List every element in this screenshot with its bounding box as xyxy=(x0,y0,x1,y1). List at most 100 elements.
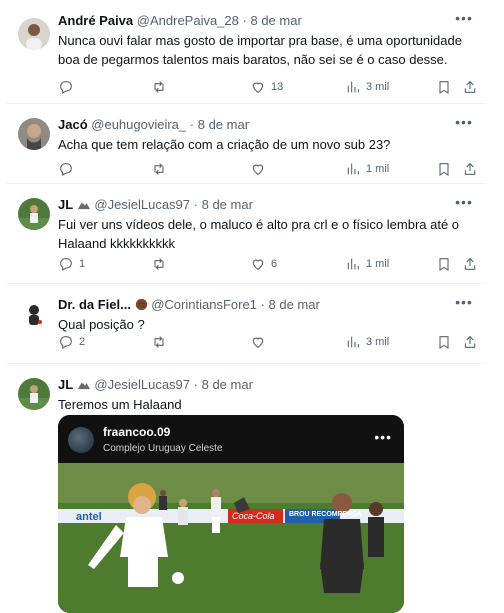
share-icon xyxy=(464,335,476,348)
retweet-button[interactable] xyxy=(151,332,172,352)
like-button[interactable] xyxy=(250,159,271,179)
more-icon[interactable]: ••• xyxy=(454,115,474,134)
tweet-text: Nunca ouvi falar mas gosto de importar p… xyxy=(58,33,462,67)
bookmark-icon xyxy=(439,336,449,349)
tweet-date[interactable]: 8 de mar xyxy=(198,117,249,132)
avatar[interactable] xyxy=(18,378,50,410)
display-name[interactable]: Dr. da Fiel... xyxy=(58,297,131,312)
tweet-date[interactable]: 8 de mar xyxy=(269,297,320,312)
views-count: 3 mil xyxy=(366,81,390,93)
avatar[interactable] xyxy=(18,118,50,150)
bookmark-button[interactable] xyxy=(436,332,452,352)
reply-button[interactable] xyxy=(58,159,79,179)
user-handle[interactable]: @AndrePaiva_28 xyxy=(137,13,239,28)
tweet[interactable]: JL @JesielLucas97 · 8 de mar Teremos um … xyxy=(6,364,486,613)
reply-button[interactable]: 1 xyxy=(58,254,85,274)
separator-dot: · xyxy=(189,117,195,132)
tweet-text: Teremos um Halaand xyxy=(58,397,182,412)
views-button[interactable]: 1 mil xyxy=(345,159,389,179)
retweet-button[interactable] xyxy=(151,159,172,179)
tweet-header: Dr. da Fiel... @CorintiansFore1 · 8 de m… xyxy=(58,296,320,314)
bookmark-button[interactable] xyxy=(436,159,452,179)
like-icon xyxy=(252,259,264,270)
retweet-button[interactable] xyxy=(151,254,172,274)
reply-button[interactable] xyxy=(58,77,79,97)
retweet-icon xyxy=(154,258,164,270)
retweet-icon xyxy=(154,81,164,93)
reply-icon xyxy=(60,336,72,349)
embedded-media[interactable]: fraancoo.09 Complejo Uruguay Celeste ••• xyxy=(58,415,404,613)
views-button[interactable]: 1 mil xyxy=(345,254,389,274)
tweet[interactable]: JL @JesielLucas97 · 8 de mar ••• Fui ver… xyxy=(6,184,486,284)
share-button[interactable] xyxy=(462,332,478,352)
display-name[interactable]: Jacó xyxy=(58,117,88,132)
more-icon[interactable]: ••• xyxy=(454,11,474,30)
tweet-date[interactable]: 8 de mar xyxy=(202,377,253,392)
more-icon[interactable]: ••• xyxy=(454,195,474,214)
share-icon xyxy=(464,80,476,93)
mountain-emoji-icon xyxy=(77,381,90,390)
avatar[interactable] xyxy=(18,18,50,50)
bookmark-button[interactable] xyxy=(436,254,452,274)
more-icon[interactable]: ••• xyxy=(454,295,474,314)
share-button[interactable] xyxy=(462,77,478,97)
share-icon xyxy=(464,257,476,270)
user-handle[interactable]: @JesielLucas97 xyxy=(94,377,190,392)
display-name[interactable]: André Paiva xyxy=(58,13,133,28)
tweet-actions: 13 3 mil xyxy=(58,77,476,97)
fist-emoji-icon xyxy=(135,298,147,311)
avatar[interactable] xyxy=(18,198,50,230)
views-icon xyxy=(347,81,359,93)
sponsor-banner-brou: BROU RECOMPENSA xyxy=(289,511,362,518)
like-icon xyxy=(252,337,264,348)
user-handle[interactable]: @JesielLucas97 xyxy=(94,197,190,212)
tweet[interactable]: André Paiva @AndrePaiva_28 · 8 de mar ••… xyxy=(6,0,486,104)
user-handle[interactable]: @euhugovieira_ xyxy=(91,117,186,132)
like-button[interactable] xyxy=(250,332,271,352)
tweet[interactable]: Jacó @euhugovieira_ · 8 de mar ••• Acha … xyxy=(6,104,486,184)
tweet-text: Fui ver uns vídeos dele, o maluco é alto… xyxy=(58,217,460,251)
football-photo: antel Coca-Cola BROU RECOMPENSA xyxy=(58,463,404,613)
more-icon[interactable]: ••• xyxy=(374,429,392,445)
media-username: fraancoo.09 xyxy=(103,425,171,439)
mountain-emoji-icon xyxy=(77,201,90,210)
like-count: 13 xyxy=(271,81,284,93)
display-name[interactable]: JL xyxy=(58,377,73,392)
tweet-header: André Paiva @AndrePaiva_28 · 8 de mar xyxy=(58,12,302,30)
media-location: Complejo Uruguay Celeste xyxy=(103,443,223,454)
avatar[interactable] xyxy=(18,298,50,330)
bookmark-icon xyxy=(439,163,449,176)
retweet-icon xyxy=(154,336,164,348)
retweet-button[interactable] xyxy=(151,77,172,97)
tweet-text: Acha que tem relação com a criação de um… xyxy=(58,137,391,152)
separator-dot: · xyxy=(260,297,265,312)
reply-count: 1 xyxy=(79,258,86,270)
like-button[interactable]: 13 xyxy=(250,77,283,97)
bookmark-button[interactable] xyxy=(436,77,452,97)
reply-icon xyxy=(60,81,72,94)
views-icon xyxy=(347,336,359,348)
tweet-date[interactable]: 8 de mar xyxy=(202,197,253,212)
separator-dot: · xyxy=(193,197,198,212)
share-button[interactable] xyxy=(462,159,478,179)
instagram-post-header: fraancoo.09 Complejo Uruguay Celeste ••• xyxy=(58,415,404,463)
views-button[interactable]: 3 mil xyxy=(345,332,389,352)
retweet-icon xyxy=(154,163,164,175)
tweet-header: JL @JesielLucas97 · 8 de mar xyxy=(58,376,253,394)
tweet-header: JL @JesielLucas97 · 8 de mar xyxy=(58,196,253,214)
like-icon xyxy=(252,82,264,93)
separator-dot: · xyxy=(193,377,198,392)
share-button[interactable] xyxy=(462,254,478,274)
tweet-actions: 2 3 mil xyxy=(58,332,476,352)
views-count: 3 mil xyxy=(366,336,390,348)
views-icon xyxy=(347,258,359,270)
reply-button[interactable]: 2 xyxy=(58,332,85,352)
like-button[interactable]: 6 xyxy=(250,254,277,274)
sponsor-banner-antel: antel xyxy=(76,511,102,523)
display-name[interactable]: JL xyxy=(58,197,73,212)
bookmark-icon xyxy=(439,81,449,94)
user-handle[interactable]: @CorintiansFore1 xyxy=(151,297,257,312)
views-button[interactable]: 3 mil xyxy=(345,77,389,97)
tweet-date[interactable]: 8 de mar xyxy=(250,13,301,28)
tweet[interactable]: Dr. da Fiel... @CorintiansFore1 · 8 de m… xyxy=(6,284,486,364)
